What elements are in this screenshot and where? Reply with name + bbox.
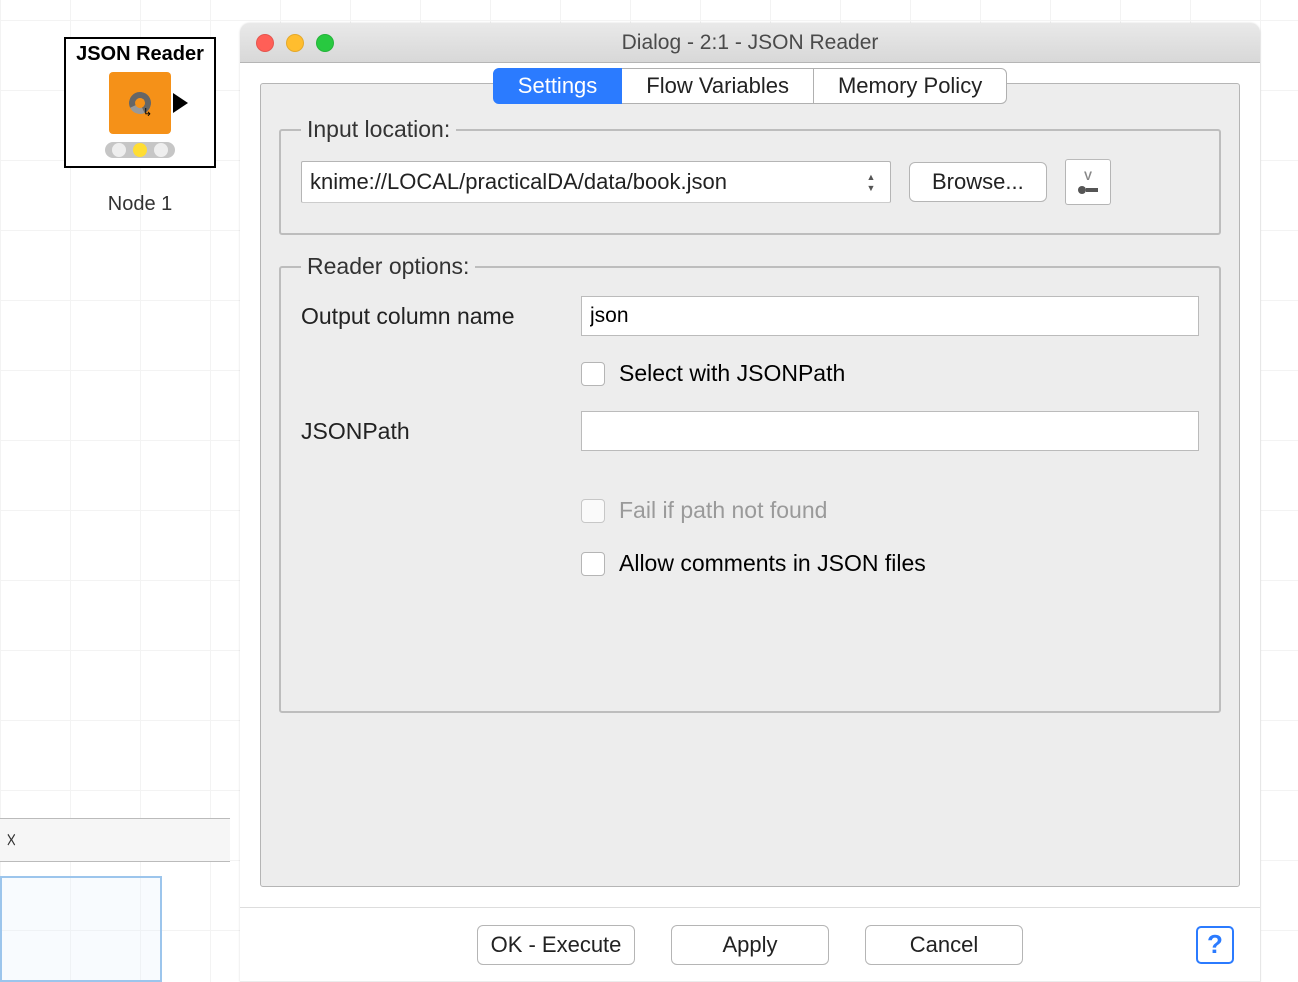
tab-settings[interactable]: Settings [493,68,623,104]
allow-comments-row[interactable]: Allow comments in JSON files [581,550,1199,577]
node-icon: ↳ [109,72,171,134]
node-output-port-icon[interactable] [173,93,188,113]
selection-box [0,876,162,982]
select-with-jsonpath-row[interactable]: Select with JSONPath [581,360,1199,387]
select-with-jsonpath-label: Select with JSONPath [619,360,845,387]
fail-if-path-not-found-label: Fail if path not found [619,497,827,524]
node-json-reader[interactable]: JSON Reader ↳ [64,37,216,168]
cancel-button[interactable]: Cancel [865,925,1023,965]
browse-button[interactable]: Browse... [909,162,1047,202]
svg-text:V: V [1084,169,1092,183]
dialog-window: Dialog - 2:1 - JSON Reader Settings Flow… [240,23,1260,982]
flow-variable-icon: V [1075,168,1101,196]
location-value: knime://LOCAL/practicalDA/data/book.json [310,169,860,195]
input-location-legend: Input location: [301,116,456,143]
dialog-content-panel: Settings Flow Variables Memory Policy In… [260,83,1240,887]
bottom-panel-bar: ☓ [0,818,230,862]
tab-memory-policy[interactable]: Memory Policy [814,68,1007,104]
reader-options-legend: Reader options: [301,253,475,280]
input-location-group: Input location: knime://LOCAL/practicalD… [279,116,1221,235]
dialog-title: Dialog - 2:1 - JSON Reader [240,31,1260,55]
location-combo[interactable]: knime://LOCAL/practicalDA/data/book.json… [301,161,891,203]
allow-comments-label: Allow comments in JSON files [619,550,926,577]
fail-if-path-not-found-row: Fail if path not found [581,497,1199,524]
node-title: JSON Reader [66,43,214,66]
help-button[interactable]: ? [1196,926,1234,964]
combo-stepper-icon[interactable]: ▲▼ [860,172,882,193]
panel-close-icon[interactable]: ☓ [6,828,17,853]
select-with-jsonpath-checkbox[interactable] [581,362,605,386]
node-status-lights-icon [105,142,175,158]
title-bar[interactable]: Dialog - 2:1 - JSON Reader [240,23,1260,63]
tab-bar: Settings Flow Variables Memory Policy [493,68,1007,104]
apply-button[interactable]: Apply [671,925,829,965]
flow-variable-button[interactable]: V [1065,159,1111,205]
jsonpath-input[interactable] [581,411,1199,451]
fail-if-path-not-found-checkbox [581,499,605,523]
help-icon: ? [1207,929,1223,960]
output-column-input[interactable] [581,296,1199,336]
ok-execute-button[interactable]: OK - Execute [477,925,635,965]
button-bar: OK - Execute Apply Cancel ? [240,907,1260,981]
reader-options-group: Reader options: Output column name Selec… [279,253,1221,713]
node-label: Node 1 [64,193,216,216]
tab-flow-variables[interactable]: Flow Variables [622,68,814,104]
allow-comments-checkbox[interactable] [581,552,605,576]
jsonpath-label: JSONPath [301,418,581,445]
output-column-label: Output column name [301,303,581,330]
